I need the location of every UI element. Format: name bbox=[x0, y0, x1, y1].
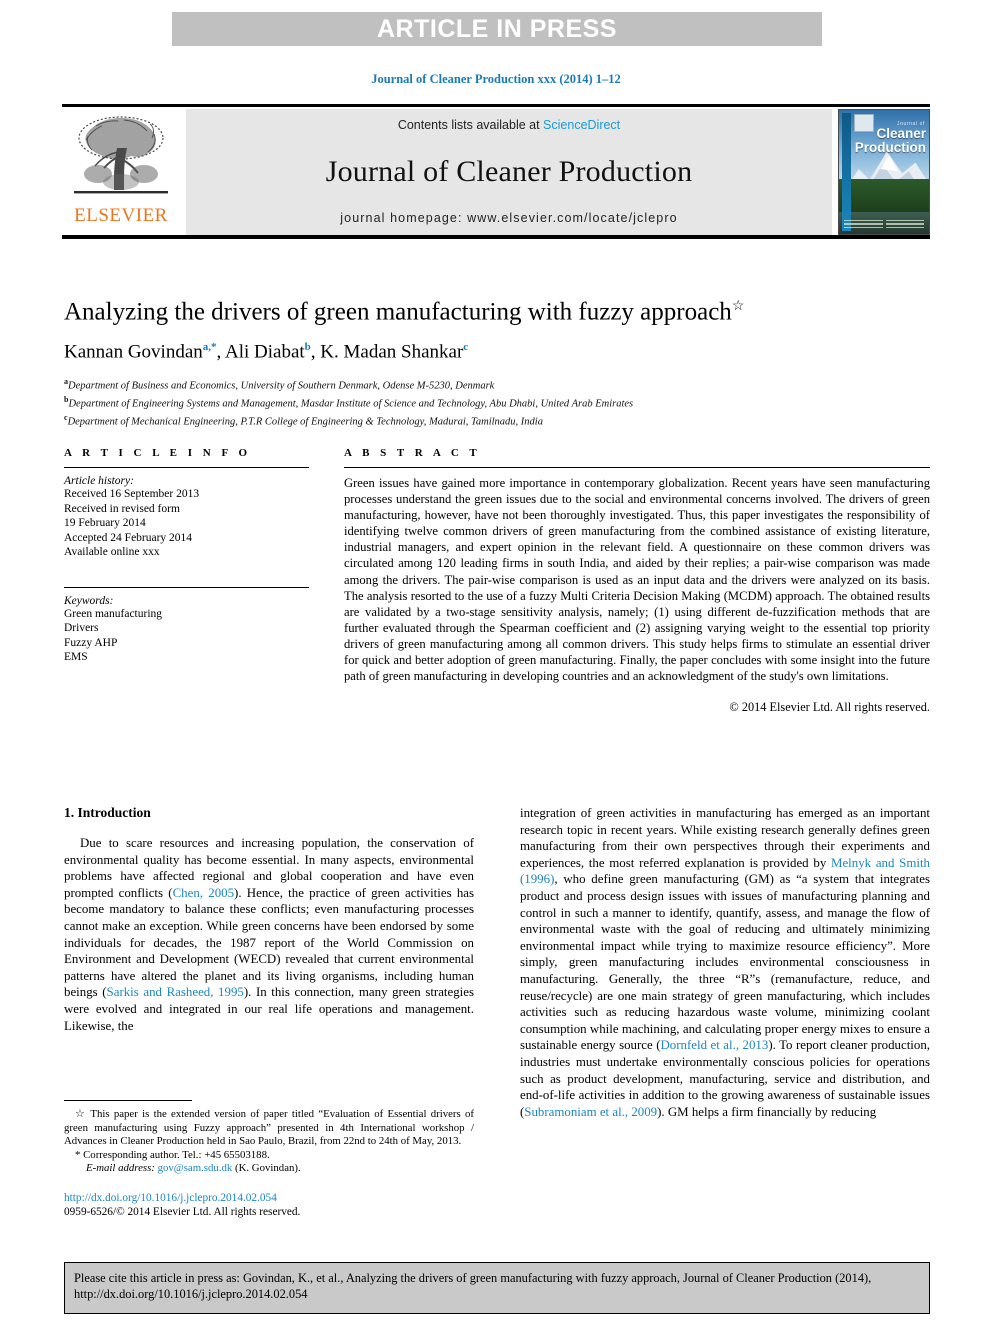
author-list: Kannan Govindana,*, Ali Diabatb, K. Mada… bbox=[64, 341, 469, 363]
author-name-2: Ali Diabat bbox=[224, 341, 305, 363]
abstract-body: Green issues have gained more importance… bbox=[344, 476, 930, 684]
email-address-link[interactable]: gov@sam.sdu.dk bbox=[158, 1162, 233, 1174]
article-info-column: A R T I C L E I N F O Article history: R… bbox=[64, 447, 309, 715]
sciencedirect-link[interactable]: ScienceDirect bbox=[543, 118, 620, 132]
doi-link[interactable]: http://dx.doi.org/10.1016/j.jclepro.2014… bbox=[64, 1191, 474, 1205]
affiliation-list: aDepartment of Business and Economics, U… bbox=[64, 375, 930, 429]
intro-right-text-4: ). GM helps a firm financially by reduci… bbox=[657, 1104, 877, 1119]
article-history-lines: Received 16 September 2013 Received in r… bbox=[64, 487, 309, 560]
right-column: integration of green activities in manuf… bbox=[520, 805, 930, 1120]
elsevier-logo: ELSEVIER bbox=[62, 109, 180, 235]
contents-available-line: Contents lists available at ScienceDirec… bbox=[398, 118, 620, 132]
abstract-rule bbox=[344, 467, 930, 468]
masthead-bottom-rule bbox=[62, 235, 930, 239]
history-item: 19 February 2014 bbox=[64, 517, 146, 529]
keywords-list: Green manufacturing Drivers Fuzzy AHP EM… bbox=[64, 607, 309, 665]
left-column: 1. Introduction Due to scare resources a… bbox=[64, 805, 474, 1218]
history-item: Received 16 September 2013 bbox=[64, 488, 200, 500]
intro-left-text-2: ). Hence, the practice of green activiti… bbox=[64, 885, 475, 1000]
citation-dornfeld-2013[interactable]: Dornfeld et al., 2013 bbox=[661, 1038, 769, 1052]
info-abstract-section: A R T I C L E I N F O Article history: R… bbox=[64, 447, 930, 715]
journal-masthead: ELSEVIER Contents lists available at Sci… bbox=[62, 104, 930, 239]
masthead-top-rule bbox=[62, 104, 930, 107]
cover-footer-col-left bbox=[844, 219, 883, 231]
footnote-star: ☆ This paper is the extended version of … bbox=[64, 1108, 474, 1149]
abstract-copyright: © 2014 Elsevier Ltd. All rights reserved… bbox=[729, 700, 930, 715]
author-name-3: K. Madan Shankar bbox=[320, 341, 464, 363]
footnote-corresponding-text: Corresponding author. Tel.: +45 65503188… bbox=[80, 1148, 270, 1161]
affiliation-text: Department of Business and Economics, Un… bbox=[68, 380, 495, 392]
footnote-corresponding-author: * Corresponding author. Tel.: +45 655031… bbox=[64, 1149, 474, 1163]
abstract-heading: A B S T R A C T bbox=[344, 447, 481, 459]
elsevier-wordmark: ELSEVIER bbox=[74, 205, 168, 226]
article-info-heading: A R T I C L E I N F O bbox=[64, 447, 252, 459]
intro-paragraph-right: integration of green activities in manuf… bbox=[520, 805, 930, 1120]
history-item: Accepted 24 February 2014 bbox=[64, 531, 193, 544]
intro-paragraph-left: Due to scare resources and increasing po… bbox=[64, 835, 474, 1034]
abstract-column: A B S T R A C T Green issues have gained… bbox=[344, 447, 930, 715]
journal-cover-thumbnail: Journal of Cleaner Production bbox=[838, 109, 930, 235]
history-item: Received in revised form bbox=[64, 502, 180, 515]
journal-homepage-line[interactable]: journal homepage: www.elsevier.com/locat… bbox=[340, 211, 677, 225]
cover-title: Cleaner Production bbox=[854, 126, 926, 155]
cover-footer-col-right bbox=[885, 219, 924, 231]
footnote-star-text: This paper is the extended version of pa… bbox=[64, 1108, 474, 1148]
journal-title: Journal of Cleaner Production bbox=[325, 154, 693, 188]
email-address-label: E-mail address: bbox=[86, 1162, 155, 1175]
affiliation-item: bDepartment of Engineering Systems and M… bbox=[64, 393, 930, 411]
title-footnote-marker[interactable]: ☆ bbox=[732, 299, 745, 314]
author-affiliation-mark-3[interactable]: c bbox=[463, 341, 468, 353]
footnote-block: ☆ This paper is the extended version of … bbox=[64, 1100, 474, 1219]
citation-footer-text: Please cite this article in press as: Go… bbox=[74, 1271, 872, 1301]
page-title: Analyzing the drivers of green manufactu… bbox=[64, 292, 930, 327]
keyword-item: Drivers bbox=[64, 622, 99, 634]
cover-forest bbox=[839, 179, 929, 212]
cover-footer-lines bbox=[844, 219, 924, 231]
keywords-group: Keywords: Green manufacturing Drivers Fu… bbox=[64, 586, 309, 665]
affiliation-item: aDepartment of Business and Economics, U… bbox=[64, 375, 930, 393]
author-affiliation-mark-2[interactable]: b bbox=[305, 341, 311, 353]
affiliation-item: cDepartment of Mechanical Engineering, P… bbox=[64, 411, 930, 429]
keyword-item: EMS bbox=[64, 651, 88, 663]
citation-sarkis-rasheed-1995[interactable]: Sarkis and Rasheed, 1995 bbox=[107, 985, 244, 999]
elsevier-tree-icon bbox=[74, 116, 168, 194]
affiliation-text: Department of Mechanical Engineering, P.… bbox=[67, 416, 543, 428]
issn-copyright-line: 0959-6526/© 2014 Elsevier Ltd. All right… bbox=[64, 1205, 301, 1218]
article-info-rule bbox=[64, 467, 309, 468]
keyword-item: Green manufacturing bbox=[64, 607, 163, 620]
article-in-press-banner: ARTICLE IN PRESS bbox=[172, 12, 822, 46]
footnote-star-marker: ☆ bbox=[75, 1108, 87, 1120]
title-block: Analyzing the drivers of green manufactu… bbox=[64, 292, 930, 429]
affiliation-text: Department of Engineering Systems and Ma… bbox=[68, 398, 634, 410]
footnote-email-line: E-mail address: gov@sam.sdu.dk (K. Govin… bbox=[64, 1162, 474, 1176]
contents-prefix: Contents lists available at bbox=[397, 118, 544, 132]
keywords-rule bbox=[64, 586, 309, 588]
author-affiliation-mark-1[interactable]: a,* bbox=[203, 341, 217, 353]
citation-chen-2005[interactable]: Chen, 2005 bbox=[173, 886, 234, 900]
article-in-press-label: ARTICLE IN PRESS bbox=[377, 14, 617, 43]
keywords-label: Keywords: bbox=[64, 594, 114, 607]
footnote-separator-rule bbox=[64, 1100, 192, 1101]
author-name-1: Kannan Govindan bbox=[64, 341, 203, 363]
paper-title-text: Analyzing the drivers of green manufactu… bbox=[64, 298, 732, 326]
masthead-row: ELSEVIER Contents lists available at Sci… bbox=[62, 109, 930, 235]
intro-right-text-2: , who define green manufacturing (GM) as… bbox=[520, 872, 930, 1053]
body-columns: 1. Introduction Due to scare resources a… bbox=[64, 805, 930, 1218]
history-item: Available online xxx bbox=[64, 546, 160, 558]
journal-info-panel: Contents lists available at ScienceDirec… bbox=[186, 109, 832, 235]
email-owner: (K. Govindan). bbox=[235, 1162, 301, 1175]
running-head: Journal of Cleaner Production xxx (2014)… bbox=[371, 72, 621, 86]
section-heading-introduction: 1. Introduction bbox=[64, 805, 151, 820]
keyword-item: Fuzzy AHP bbox=[64, 636, 118, 649]
article-history-label: Article history: bbox=[64, 475, 134, 487]
citation-footer-box: Please cite this article in press as: Go… bbox=[64, 1262, 930, 1314]
citation-subramoniam-2009[interactable]: Subramoniam et al., 2009 bbox=[524, 1105, 657, 1119]
